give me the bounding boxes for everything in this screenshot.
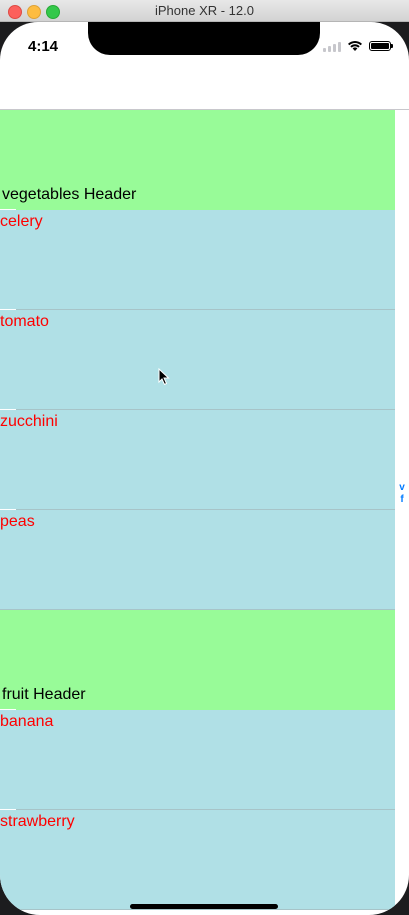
battery-icon [369,41,393,51]
index-letter[interactable]: f [397,494,407,506]
section-header: fruit Header [0,610,395,710]
cellular-signal-icon [323,41,341,52]
status-icons [323,40,393,52]
list-item[interactable]: tomato [0,309,395,410]
home-indicator[interactable] [130,904,278,909]
list-item-label: zucchini [0,413,58,430]
section-index-bar[interactable]: vf [397,482,407,506]
list-item[interactable]: peas [0,509,395,610]
phone-screen: 4:14 vegetables Header celery tomato zucchi… [0,22,409,915]
list-item-label: peas [0,513,35,530]
device-notch [88,22,320,55]
wifi-icon [348,41,362,51]
mouse-pointer-icon [158,368,170,386]
status-time: 4:14 [28,38,59,55]
index-letter[interactable]: v [397,482,407,494]
list-item[interactable]: banana [0,709,395,810]
section-header-label: fruit Header [2,686,86,703]
list-item-label: tomato [0,313,49,330]
list-item-label: celery [0,213,43,230]
table-view[interactable]: vegetables Header celery tomato zucchini pea… [0,110,395,910]
list-item[interactable]: strawberry [0,809,395,910]
list-item[interactable]: celery [0,209,395,310]
list-item-label: strawberry [0,813,75,830]
section-header-label: vegetables Header [2,186,137,203]
list-item-label: banana [0,713,54,730]
section-header: vegetables Header [0,110,395,210]
navigation-bar [0,88,409,110]
window-title: iPhone XR - 12.0 [154,3,254,18]
list-item[interactable]: zucchini [0,409,395,510]
simulator-title-bar: iPhone XR - 12.0 [0,0,409,22]
